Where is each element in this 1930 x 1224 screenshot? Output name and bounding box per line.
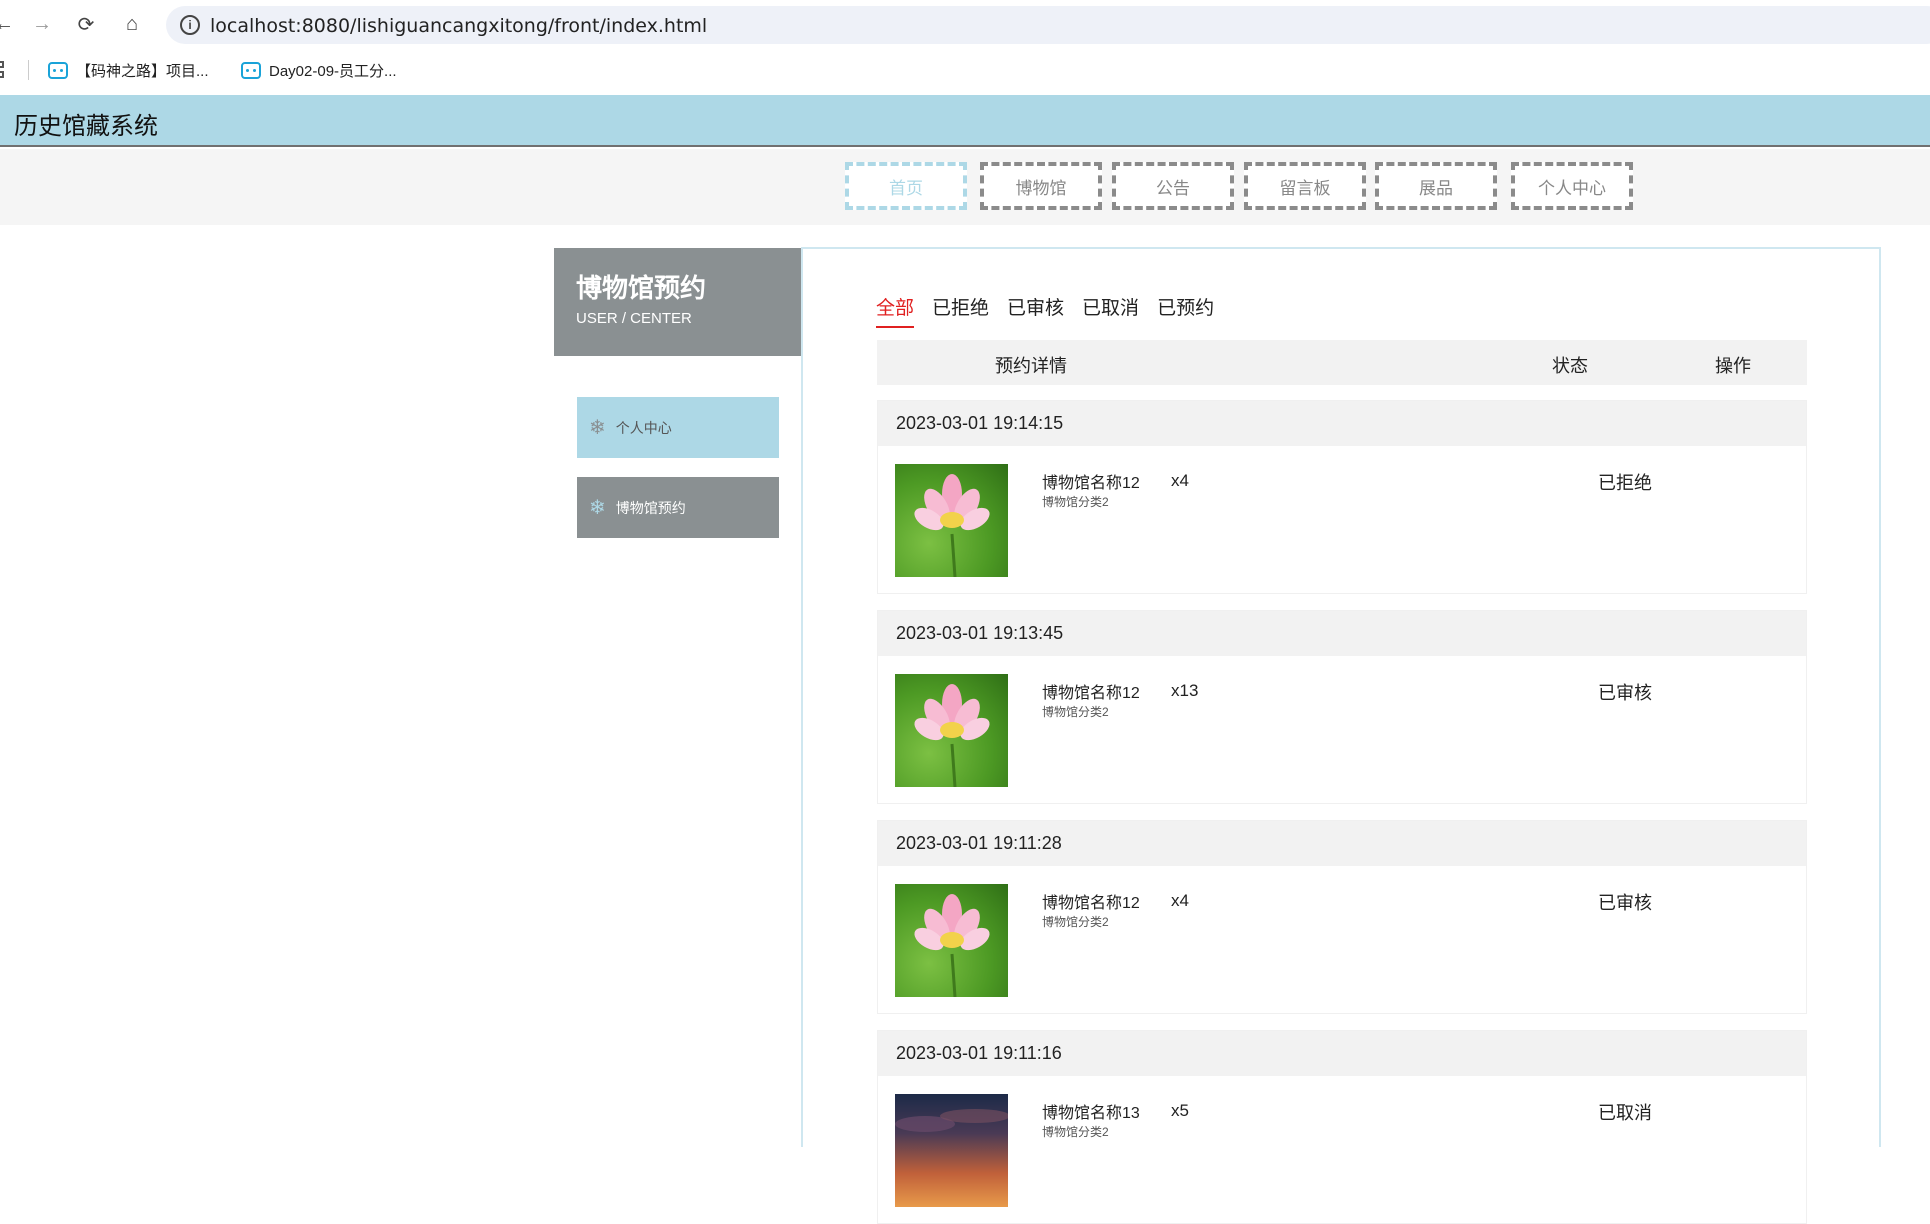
bookmarks-bar: 【码神之路】项目... Day02-09-员工分...	[0, 52, 1930, 88]
home-icon[interactable]: ⌂	[118, 10, 146, 38]
museum-category: 博物馆分类2	[1042, 915, 1109, 929]
bookmark-item[interactable]: Day02-09-员工分...	[241, 58, 397, 82]
site-title: 历史馆藏系统	[14, 113, 158, 140]
bookmark-item[interactable]: 【码神之路】项目...	[48, 58, 209, 82]
reload-icon[interactable]: ⟳	[72, 10, 100, 38]
nav-notice[interactable]: 公告	[1112, 162, 1234, 210]
table-header: 预约详情 状态 操作	[877, 340, 1807, 385]
status-badge: 已审核	[1598, 683, 1652, 703]
museum-name: 博物馆名称12	[1042, 475, 1140, 492]
bookmarks-divider	[28, 60, 29, 80]
order-card: 2023-03-01 19:11:16 博物馆名称13 博物馆分类2 x5 已取…	[877, 1030, 1807, 1224]
bilibili-icon	[48, 61, 68, 79]
sidebar-item-label: 博物馆预约	[615, 499, 686, 516]
booking-quantity: x5	[1171, 1101, 1189, 1120]
nav-home[interactable]: 首页	[845, 162, 967, 210]
nav-exhibits[interactable]: 展品	[1375, 162, 1497, 210]
status-badge: 已审核	[1598, 893, 1652, 913]
tab-cancelled[interactable]: 已取消	[1082, 293, 1139, 328]
booking-quantity: x13	[1171, 681, 1199, 700]
status-badge: 已拒绝	[1598, 473, 1652, 493]
sidebar-item-label: 个人中心	[615, 419, 672, 436]
column-action: 操作	[1715, 356, 1751, 376]
order-time: 2023-03-01 19:11:16	[878, 1031, 1806, 1076]
nav-museum[interactable]: 博物馆	[980, 162, 1102, 210]
museum-thumbnail[interactable]	[895, 884, 1008, 997]
museum-category: 博物馆分类2	[1042, 1125, 1109, 1139]
browser-toolbar: ← → ⟳ ⌂ i localhost:8080/lishiguancangxi…	[0, 0, 1930, 48]
main-nav: 首页 博物馆 公告 留言板 展品 个人中心	[0, 149, 1930, 225]
tab-all[interactable]: 全部	[876, 293, 915, 328]
bookmark-label: 【码神之路】项目...	[76, 62, 209, 80]
apps-grid-icon[interactable]	[0, 61, 10, 79]
museum-thumbnail[interactable]	[895, 674, 1008, 787]
forward-icon[interactable]: →	[28, 10, 56, 38]
bilibili-icon	[241, 61, 261, 79]
order-card: 2023-03-01 19:13:45 博物馆名称12 博物馆分类2 x13 已…	[877, 610, 1807, 804]
address-bar[interactable]: i localhost:8080/lishiguancangxitong/fro…	[166, 6, 1930, 44]
tab-rejected[interactable]: 已拒绝	[932, 293, 989, 328]
back-icon[interactable]: ←	[0, 10, 18, 38]
booking-panel: 全部 已拒绝 已审核 已取消 已预约 预约详情 状态 操作 2023-03-01…	[801, 247, 1881, 1224]
booking-quantity: x4	[1171, 891, 1189, 910]
sidebar-title: 博物馆预约	[576, 273, 707, 303]
sidebar-item-museum-booking[interactable]: ❄ 博物馆预约	[577, 477, 779, 538]
booking-quantity: x4	[1171, 471, 1189, 490]
museum-thumbnail[interactable]	[895, 1094, 1008, 1207]
column-status: 状态	[1552, 356, 1588, 376]
bookmark-label: Day02-09-员工分...	[269, 62, 397, 80]
site-info-icon[interactable]: i	[180, 15, 200, 35]
museum-thumbnail[interactable]	[895, 464, 1008, 577]
site-header: 历史馆藏系统	[0, 95, 1930, 147]
museum-name: 博物馆名称12	[1042, 895, 1140, 912]
order-card: 2023-03-01 19:11:28 博物馆名称12 博物馆分类2 x4 已审…	[877, 820, 1807, 1014]
url-text[interactable]: localhost:8080/lishiguancangxitong/front…	[210, 15, 707, 37]
tab-booked[interactable]: 已预约	[1157, 293, 1214, 328]
status-tabs: 全部 已拒绝 已审核 已取消 已预约	[876, 293, 1232, 328]
order-time: 2023-03-01 19:13:45	[878, 611, 1806, 656]
order-card: 2023-03-01 19:14:15 博物馆名称12 博物馆分类2 x4 已拒…	[877, 400, 1807, 594]
order-time: 2023-03-01 19:14:15	[878, 401, 1806, 446]
sidebar-item-user-center[interactable]: ❄ 个人中心	[577, 397, 779, 458]
tab-reviewed[interactable]: 已审核	[1007, 293, 1064, 328]
column-detail: 预约详情	[995, 356, 1067, 376]
museum-category: 博物馆分类2	[1042, 705, 1109, 719]
nav-user-center[interactable]: 个人中心	[1511, 162, 1633, 210]
museum-name: 博物馆名称12	[1042, 685, 1140, 702]
nav-message-board[interactable]: 留言板	[1244, 162, 1366, 210]
museum-name: 博物馆名称13	[1042, 1105, 1140, 1122]
status-badge: 已取消	[1598, 1103, 1652, 1123]
snowflake-icon: ❄	[589, 417, 606, 439]
order-time: 2023-03-01 19:11:28	[878, 821, 1806, 866]
sidebar-subtitle: USER / CENTER	[576, 310, 692, 327]
museum-category: 博物馆分类2	[1042, 495, 1109, 509]
snowflake-icon: ❄	[589, 497, 606, 519]
sidebar-header: 博物馆预约 USER / CENTER	[554, 248, 801, 356]
